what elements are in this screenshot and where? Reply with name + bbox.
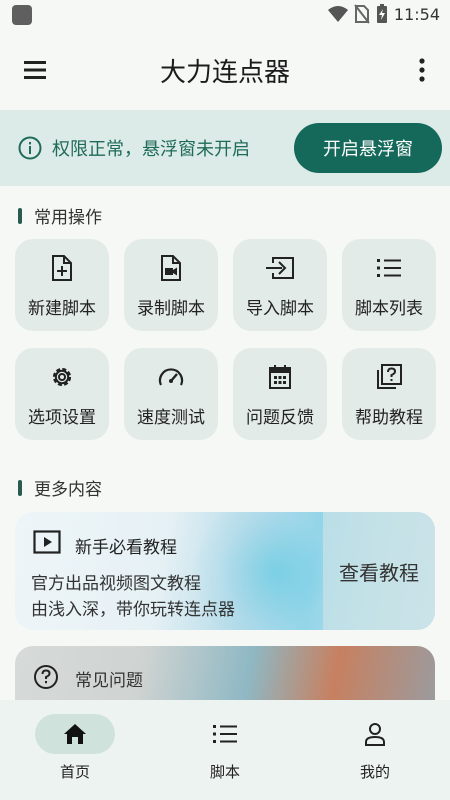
list-icon xyxy=(376,254,402,282)
permission-banner: 权限正常，悬浮窗未开启 开启悬浮窗 xyxy=(0,110,450,186)
section-marker xyxy=(18,207,22,224)
list-icon xyxy=(211,722,239,746)
new-file-icon xyxy=(51,254,73,282)
action-script-list[interactable]: 脚本列表 xyxy=(342,239,436,331)
nav-home[interactable]: 首页 xyxy=(0,700,150,800)
speedometer-icon xyxy=(157,363,185,391)
action-new-script[interactable]: 新建脚本 xyxy=(15,239,109,331)
status-bar: 11:54 xyxy=(0,0,450,30)
wifi-icon xyxy=(327,6,348,22)
bottom-navigation: 首页 脚本 我的 xyxy=(0,700,450,800)
nav-scripts[interactable]: 脚本 xyxy=(150,700,300,800)
action-label: 导入脚本 xyxy=(246,299,314,319)
action-label: 速度测试 xyxy=(137,408,205,428)
gear-icon xyxy=(49,363,75,391)
no-sim-icon xyxy=(354,4,370,24)
battery-charging-icon xyxy=(376,4,387,23)
action-record-script[interactable]: 录制脚本 xyxy=(124,239,218,331)
home-icon xyxy=(61,722,89,746)
section-title-text: 常用操作 xyxy=(34,208,102,228)
section-title-common: 常用操作 xyxy=(18,203,102,228)
play-video-icon xyxy=(33,530,61,554)
faq-card-title: 常见问题 xyxy=(75,671,143,691)
record-video-icon xyxy=(160,254,182,282)
tutorial-card[interactable]: 新手必看教程 官方出品视频图文教程 由浅入深，带你玩转连点器 查看教程 xyxy=(15,512,435,630)
more-vert-icon[interactable] xyxy=(416,56,428,84)
nav-label: 脚本 xyxy=(209,763,240,781)
action-help[interactable]: 帮助教程 xyxy=(342,348,436,440)
view-tutorial-button[interactable]: 查看教程 xyxy=(323,512,435,630)
action-label: 问题反馈 xyxy=(246,408,314,428)
nav-profile[interactable]: 我的 xyxy=(300,700,450,800)
section-title-more: 更多内容 xyxy=(18,475,102,500)
app-title: 大力连点器 xyxy=(159,58,290,88)
action-label: 选项设置 xyxy=(28,408,96,428)
notification-icon xyxy=(12,5,32,25)
help-circle-icon xyxy=(34,665,58,689)
section-marker xyxy=(18,479,22,496)
section-title-text: 更多内容 xyxy=(34,480,102,500)
action-speed-test[interactable]: 速度测试 xyxy=(124,348,218,440)
nav-label: 首页 xyxy=(59,763,90,781)
enable-floating-window-button[interactable]: 开启悬浮窗 xyxy=(294,123,442,173)
status-time: 11:54 xyxy=(393,4,440,24)
permission-status-text: 权限正常，悬浮窗未开启 xyxy=(52,139,250,160)
calendar-icon xyxy=(268,363,292,391)
action-label: 新建脚本 xyxy=(28,299,96,319)
action-label: 脚本列表 xyxy=(355,299,423,319)
app-bar: 大力连点器 xyxy=(0,30,450,110)
action-import-script[interactable]: 导入脚本 xyxy=(233,239,327,331)
action-label: 录制脚本 xyxy=(137,299,205,319)
action-feedback[interactable]: 问题反馈 xyxy=(233,348,327,440)
action-label: 帮助教程 xyxy=(355,408,423,428)
nav-label: 我的 xyxy=(359,763,390,781)
action-grid: 新建脚本 录制脚本 导入脚本 脚本列表 选项设置 速度测试 问题反馈 帮助教程 xyxy=(15,239,436,440)
tutorial-card-desc-2: 由浅入深，带你玩转连点器 xyxy=(31,600,235,620)
person-icon xyxy=(361,722,389,746)
import-icon xyxy=(265,254,295,282)
action-settings[interactable]: 选项设置 xyxy=(15,348,109,440)
help-book-icon xyxy=(376,363,402,391)
tutorial-card-title: 新手必看教程 xyxy=(75,538,177,558)
info-icon xyxy=(18,136,42,160)
tutorial-card-desc-1: 官方出品视频图文教程 xyxy=(31,574,201,594)
